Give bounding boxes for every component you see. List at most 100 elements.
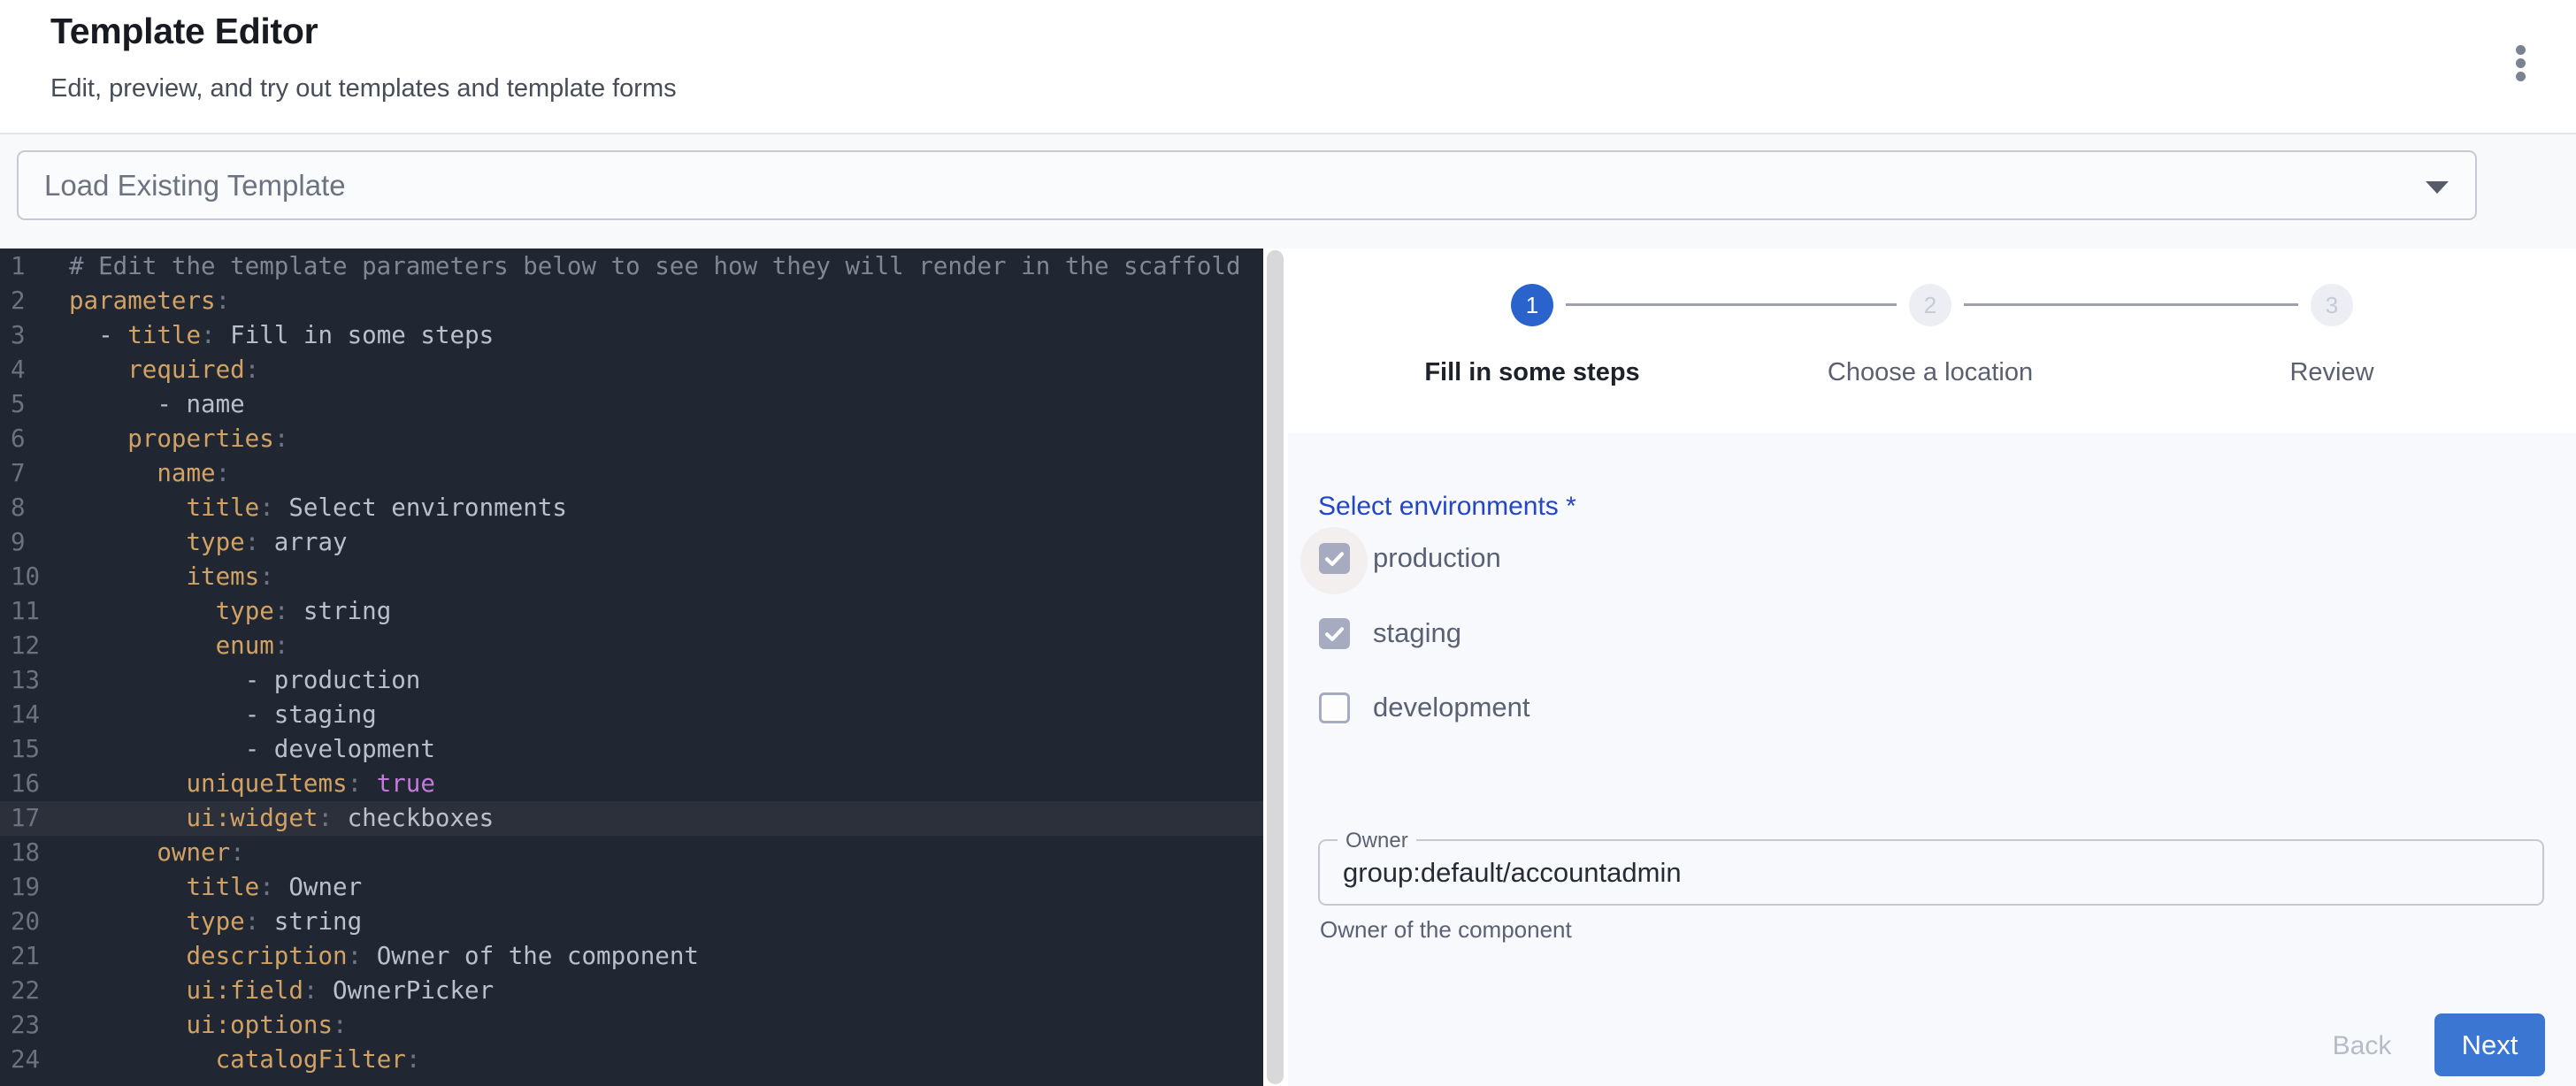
code-text: enum:: [69, 629, 288, 663]
step-connector-line: [1566, 303, 1897, 306]
editor-line-current: 17 ui:widget: checkboxes: [0, 801, 1263, 836]
editor-line: 9 type: array: [0, 525, 1263, 560]
checkbox-checked-production[interactable]: [1319, 543, 1350, 574]
line-number: 12: [11, 629, 40, 663]
editor-line: 20 type: string: [0, 905, 1263, 939]
code-text: properties:: [69, 422, 288, 456]
code-text: description: Owner of the component: [69, 939, 699, 974]
checkbox-row-development: development: [1288, 674, 2576, 741]
line-number: 22: [11, 974, 40, 1008]
panel-resize-handle[interactable]: [1267, 250, 1284, 1084]
checkbox-label[interactable]: development: [1373, 674, 1530, 741]
owner-field-value: group:default/accountadmin: [1343, 841, 1682, 904]
editor-line: 3 - title: Fill in some steps: [0, 318, 1263, 353]
page-title: Template Editor: [50, 11, 318, 52]
code-text: owner:: [69, 836, 245, 870]
editor-line: 7 name:: [0, 456, 1263, 491]
code-text: title: Select environments: [69, 491, 567, 525]
editor-line: 11 type: string: [0, 594, 1263, 629]
line-number: 20: [11, 905, 40, 939]
line-number: 5: [11, 387, 26, 422]
line-number: 13: [11, 663, 40, 698]
editor-line: 4 required:: [0, 353, 1263, 387]
line-number: 9: [11, 525, 26, 560]
page-header: Template Editor Edit, preview, and try o…: [0, 0, 2576, 133]
editor-line: 18 owner:: [0, 836, 1263, 870]
code-text: # Edit the template parameters below to …: [69, 249, 1241, 284]
checkbox-row-staging: staging: [1288, 600, 2576, 667]
editor-line: 23 ui:options:: [0, 1008, 1263, 1043]
line-number: 24: [11, 1043, 40, 1077]
kebab-dot-icon: [2516, 58, 2526, 68]
owner-field[interactable]: Owner group:default/accountadmin: [1318, 839, 2544, 906]
code-text: uniqueItems: true: [69, 767, 435, 801]
step-circle-3: 3: [2311, 284, 2353, 326]
code-editor[interactable]: 1 # Edit the template parameters below to…: [0, 249, 1263, 1086]
code-text: required:: [69, 353, 259, 387]
code-text: - staging: [69, 698, 377, 732]
next-button[interactable]: Next: [2434, 1013, 2545, 1076]
required-asterisk: *: [1566, 492, 1576, 521]
line-number: 8: [11, 491, 26, 525]
code-text: type: array: [69, 525, 348, 560]
line-number: 10: [11, 560, 40, 594]
editor-line: 1 # Edit the template parameters below to…: [0, 249, 1263, 284]
line-number: 3: [11, 318, 26, 353]
code-text: - title: Fill in some steps: [69, 318, 494, 353]
step-label: Review: [2155, 358, 2509, 387]
editor-line: 24 catalogFilter:: [0, 1043, 1263, 1077]
line-number: 17: [11, 801, 40, 836]
code-text: ui:field: OwnerPicker: [69, 974, 494, 1008]
back-button[interactable]: Back: [2309, 1021, 2415, 1072]
more-options-button[interactable]: [2495, 35, 2546, 90]
editor-line: 19 title: Owner: [0, 870, 1263, 905]
editor-line: 22 ui:field: OwnerPicker: [0, 974, 1263, 1008]
line-number: 11: [11, 594, 40, 629]
editor-line: 13 - production: [0, 663, 1263, 698]
editor-line: 14 - staging: [0, 698, 1263, 732]
line-number: 6: [11, 422, 26, 456]
code-text: parameters:: [69, 284, 230, 318]
line-number: 19: [11, 870, 40, 905]
line-number: 1: [11, 249, 26, 284]
code-text: type: string: [69, 594, 391, 629]
editor-line: 15 - development: [0, 732, 1263, 767]
dropdown-caret-icon: [2426, 181, 2449, 194]
step-circle-2: 2: [1909, 284, 1951, 326]
code-text: items:: [69, 560, 274, 594]
owner-helper-text: Owner of the component: [1320, 916, 1572, 944]
editor-line: 8 title: Select environments: [0, 491, 1263, 525]
load-template-bar: Load Existing Template: [0, 133, 2576, 249]
line-number: 21: [11, 939, 40, 974]
checkbox-row-production: production: [1288, 524, 2576, 592]
checkbox-checked-staging[interactable]: [1319, 618, 1350, 649]
line-number: 14: [11, 698, 40, 732]
template-form: Select environments * production staging d…: [1288, 433, 2576, 1086]
code-text: - name: [69, 387, 245, 422]
checkbox-label[interactable]: staging: [1373, 600, 1461, 667]
line-number: 4: [11, 353, 26, 387]
select-environments-label: Select environments *: [1318, 492, 1576, 522]
code-text: ui:options:: [69, 1008, 348, 1043]
step-label: Fill in some steps: [1355, 358, 1709, 387]
load-existing-template-select[interactable]: Load Existing Template: [17, 150, 2477, 220]
stepper: 1Fill in some steps2Choose a location3Re…: [1288, 249, 2576, 433]
line-number: 7: [11, 456, 26, 491]
line-number: 2: [11, 284, 26, 318]
select-environments-text: Select environments: [1318, 492, 1559, 521]
editor-line: 6 properties:: [0, 422, 1263, 456]
editor-line: 21 description: Owner of the component: [0, 939, 1263, 974]
load-existing-template-placeholder: Load Existing Template: [44, 169, 346, 203]
step-connector-line: [1964, 303, 2298, 306]
page-subtitle: Edit, preview, and try out templates and…: [50, 74, 677, 103]
checkbox-unchecked-development[interactable]: [1319, 692, 1350, 723]
line-number: 15: [11, 732, 40, 767]
code-text: - development: [69, 732, 435, 767]
line-number: 16: [11, 767, 40, 801]
step-circle-1: 1: [1511, 284, 1553, 326]
checkbox-label[interactable]: production: [1373, 524, 1501, 592]
editor-line: 2 parameters:: [0, 284, 1263, 318]
editor-line: 12 enum:: [0, 629, 1263, 663]
code-text: name:: [69, 456, 230, 491]
code-text: catalogFilter:: [69, 1043, 420, 1077]
